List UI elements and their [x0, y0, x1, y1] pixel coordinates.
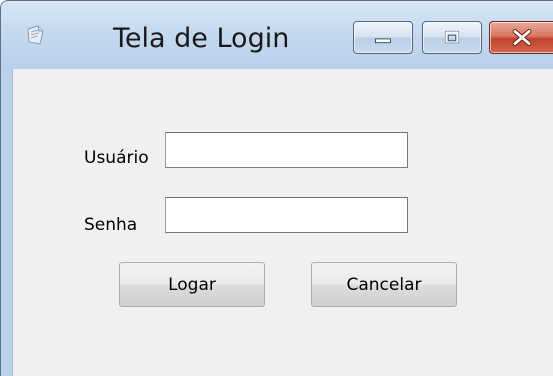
maximize-icon — [444, 30, 460, 44]
maximize-button[interactable] — [422, 21, 482, 54]
user-label: Usuário — [84, 148, 149, 168]
login-window: Tela de Login Usuário Senha Logar Cancel… — [0, 0, 553, 376]
window-title: Tela de Login — [113, 23, 290, 54]
minimize-icon — [375, 38, 391, 44]
form-icon — [25, 23, 47, 47]
password-field[interactable] — [165, 197, 408, 233]
password-label: Senha — [84, 215, 138, 235]
close-icon — [512, 29, 532, 46]
minimize-button[interactable] — [353, 21, 413, 54]
close-button[interactable] — [489, 21, 553, 54]
cancel-button[interactable]: Cancelar — [311, 262, 457, 307]
login-button[interactable]: Logar — [119, 262, 265, 307]
title-bar[interactable]: Tela de Login — [1, 1, 553, 69]
user-field[interactable] — [165, 132, 408, 168]
